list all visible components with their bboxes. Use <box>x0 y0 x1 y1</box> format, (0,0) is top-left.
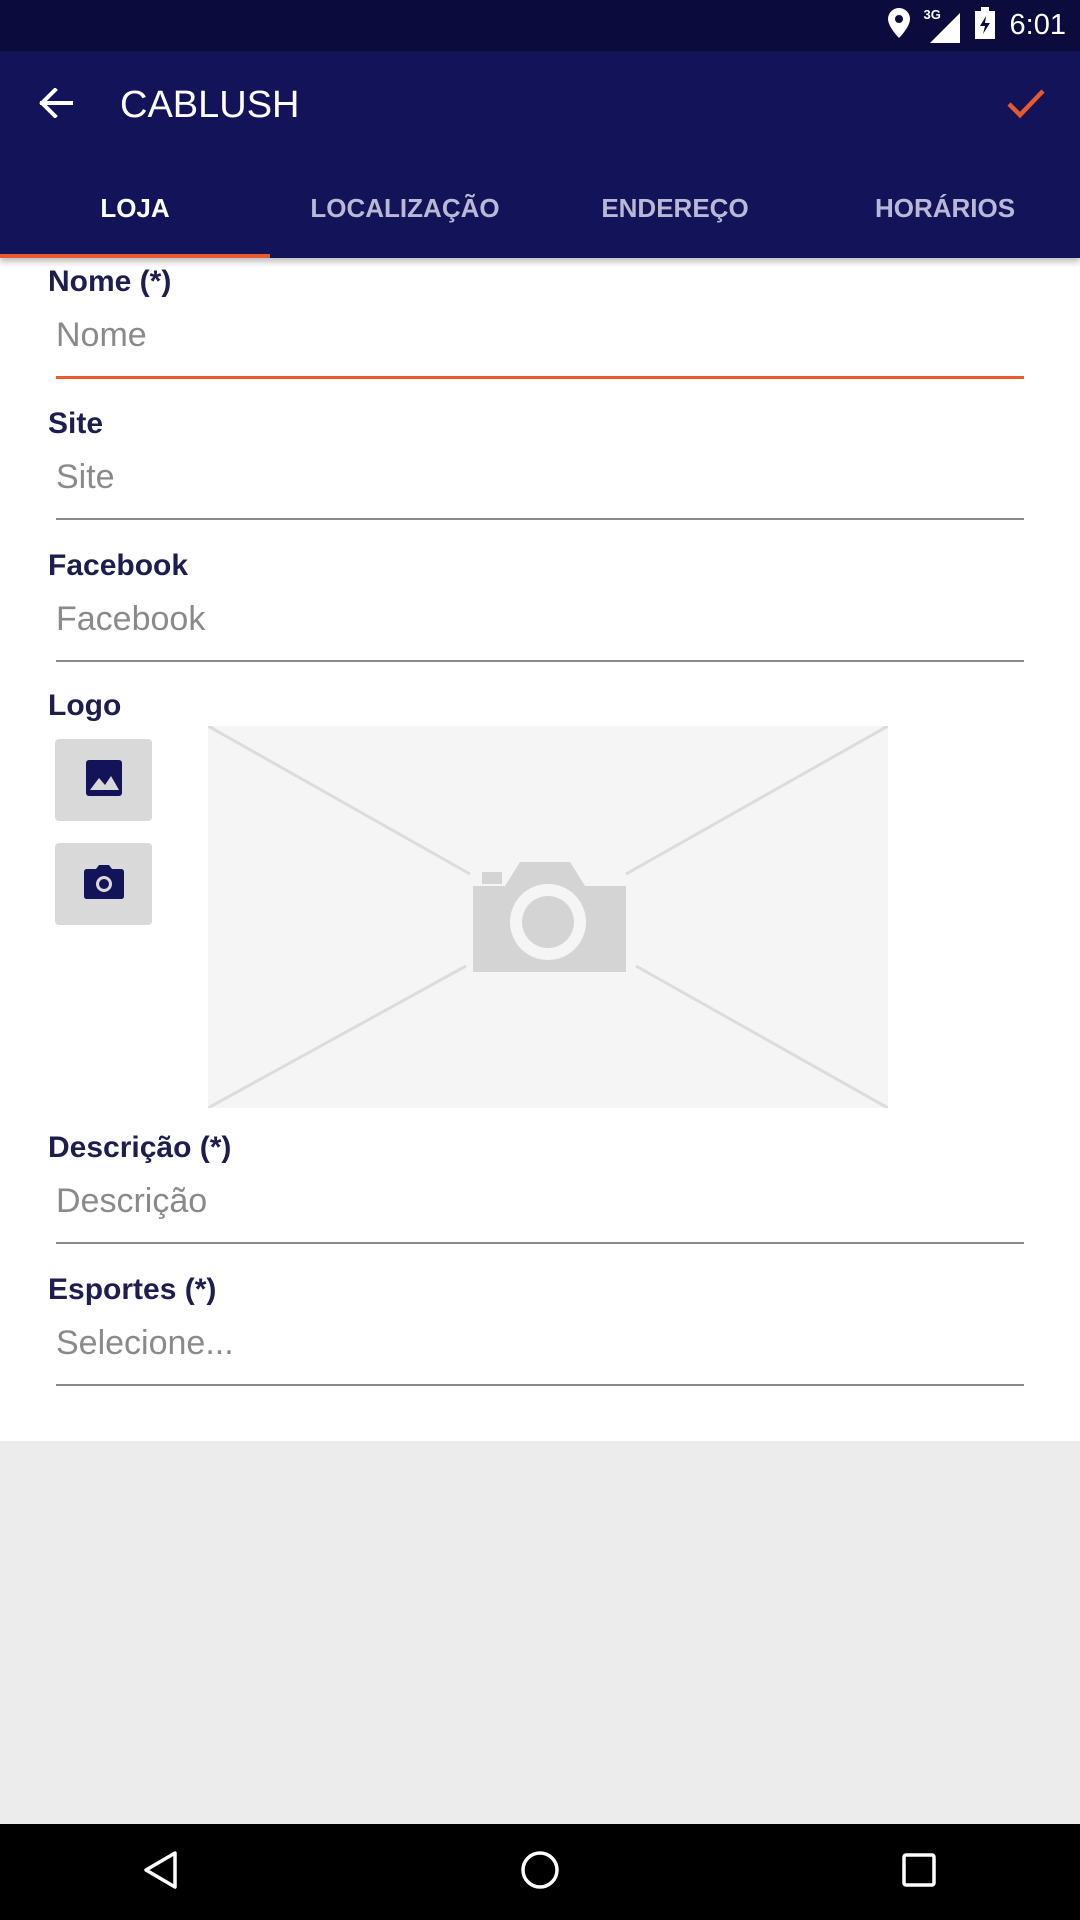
image-icon <box>85 759 122 801</box>
app-title: CABLUSH <box>120 84 300 126</box>
nome-underline <box>56 376 1024 379</box>
signal-icon: 3G <box>924 7 960 43</box>
save-button[interactable] <box>998 77 1054 133</box>
site-label: Site <box>48 407 104 440</box>
site-input[interactable]: Site <box>56 452 1024 502</box>
nav-recents-button[interactable] <box>889 1842 949 1902</box>
tab-endereco[interactable]: ENDEREÇO <box>540 158 810 258</box>
nome-field-group: Nome (*) Nome <box>48 264 1024 384</box>
esportes-label: Esportes (*) <box>48 1273 217 1306</box>
esportes-underline <box>56 1384 1024 1386</box>
status-bar: 3G 6:01 <box>0 0 1080 51</box>
site-field-group: Site Site <box>48 406 1024 526</box>
esportes-field-group: Esportes (*) Selecione... <box>48 1272 1024 1392</box>
camera-button[interactable] <box>55 843 152 925</box>
tab-localizacao[interactable]: LOCALIZAÇÃO <box>270 158 540 258</box>
tab-loja[interactable]: LOJA <box>0 158 270 258</box>
descricao-field-group: Descrição (*) Descrição <box>48 1130 1024 1250</box>
back-button[interactable] <box>30 79 82 131</box>
tab-bar: LOJA LOCALIZAÇÃO ENDEREÇO HORÁRIOS <box>0 158 1080 258</box>
facebook-label: Facebook <box>48 549 189 582</box>
tab-horarios[interactable]: HORÁRIOS <box>810 158 1080 258</box>
check-icon <box>1006 87 1046 124</box>
navigation-bar <box>0 1824 1080 1920</box>
recents-square-icon <box>901 1852 937 1893</box>
descricao-label: Descrição (*) <box>48 1131 232 1164</box>
nav-home-button[interactable] <box>510 1842 570 1902</box>
logo-label: Logo <box>48 689 122 722</box>
esportes-select[interactable]: Selecione... <box>56 1318 1024 1368</box>
descricao-underline <box>56 1242 1024 1244</box>
facebook-input[interactable]: Facebook <box>56 594 1024 644</box>
back-triangle-icon <box>142 1850 178 1895</box>
logo-preview <box>207 724 889 1110</box>
form-content: Nome (*) Nome Site Site Facebook Faceboo… <box>0 258 1080 1441</box>
home-circle-icon <box>520 1850 560 1895</box>
app-bar: CABLUSH LOJA LOCALIZAÇÃO ENDEREÇO HORÁRI… <box>0 51 1080 258</box>
photo-placeholder-icon <box>207 724 889 1110</box>
nome-input[interactable]: Nome <box>56 310 1024 360</box>
nav-back-button[interactable] <box>130 1842 190 1902</box>
battery-icon <box>974 7 996 44</box>
arrow-back-icon <box>39 86 74 123</box>
nome-label: Nome (*) <box>48 265 172 298</box>
status-time: 6:01 <box>1009 9 1066 41</box>
site-underline <box>56 518 1024 520</box>
location-icon <box>887 8 910 43</box>
status-icons: 3G 6:01 <box>887 0 1066 51</box>
gallery-button[interactable] <box>55 739 152 821</box>
facebook-underline <box>56 660 1024 662</box>
camera-icon <box>83 864 124 904</box>
descricao-input[interactable]: Descrição <box>56 1176 1024 1226</box>
facebook-field-group: Facebook Facebook <box>48 548 1024 668</box>
